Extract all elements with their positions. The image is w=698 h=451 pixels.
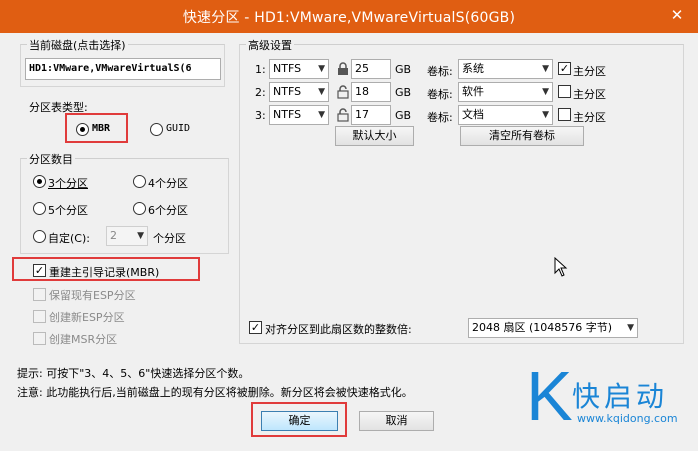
partition-3-label: 3个分区 bbox=[48, 177, 88, 190]
row2-primary-checkbox[interactable] bbox=[558, 85, 571, 98]
partition-custom-radio[interactable] bbox=[33, 230, 46, 243]
clear-labels-button[interactable]: 清空所有卷标 bbox=[460, 126, 584, 146]
partition-4-label: 4个分区 bbox=[148, 177, 188, 190]
partition-count-label: 分区数目 bbox=[27, 151, 75, 167]
keep-esp-checkbox[interactable] bbox=[33, 288, 46, 301]
partition-custom-suffix: 个分区 bbox=[153, 232, 186, 245]
row3-volume-label: 卷标: bbox=[427, 111, 453, 124]
title-bar[interactable]: 快速分区 - HD1:VMware,VMwareVirtualS(60GB) ✕ bbox=[0, 0, 698, 33]
close-button[interactable]: ✕ bbox=[664, 5, 690, 25]
row2-volume-select[interactable]: 软件 ▼ bbox=[458, 82, 553, 102]
advanced-settings-label: 高级设置 bbox=[246, 37, 294, 53]
row1-volume-value: 系统 bbox=[462, 62, 484, 75]
lock-open-icon[interactable] bbox=[336, 108, 350, 122]
row1-volume-label: 卷标: bbox=[427, 65, 453, 78]
partition-6-label: 6个分区 bbox=[148, 204, 188, 217]
align-value: 2048 扇区 (1048576 字节) bbox=[472, 321, 613, 334]
row2-primary-label: 主分区 bbox=[573, 88, 606, 101]
row1-volume-select[interactable]: 系统 ▼ bbox=[458, 59, 553, 79]
row1-fs-select[interactable]: NTFS ▼ bbox=[269, 59, 329, 79]
lock-closed-icon[interactable] bbox=[336, 62, 350, 76]
dialog-body: 当前磁盘(点击选择) HD1:VMware,VMwareVirtualS(6 分… bbox=[6, 33, 692, 445]
partition-5-radio[interactable] bbox=[33, 202, 46, 215]
row2-fs-select[interactable]: NTFS ▼ bbox=[269, 82, 329, 102]
partition-4-radio[interactable] bbox=[133, 175, 146, 188]
row3-size-field[interactable]: 17 bbox=[351, 105, 391, 125]
row2-fs-value: NTFS bbox=[273, 85, 302, 98]
row2-index: 2: bbox=[255, 86, 266, 99]
row2-size-field[interactable]: 18 bbox=[351, 82, 391, 102]
chevron-down-icon: ▼ bbox=[318, 87, 325, 97]
partition-custom-value: 2 bbox=[110, 229, 117, 242]
keep-esp-label: 保留现有ESP分区 bbox=[49, 289, 136, 302]
partition-custom-select[interactable]: 2 ▼ bbox=[106, 226, 148, 246]
brand-logo-url: www.kqidong.com bbox=[577, 412, 678, 425]
row3-unit: GB bbox=[395, 109, 412, 122]
row3-fs-value: NTFS bbox=[273, 108, 302, 121]
window-title: 快速分区 - HD1:VMware,VMwareVirtualS(60GB) bbox=[182, 10, 516, 26]
create-esp-checkbox[interactable] bbox=[33, 310, 46, 323]
default-size-button[interactable]: 默认大小 bbox=[335, 126, 414, 146]
row1-primary-label: 主分区 bbox=[573, 65, 606, 78]
ok-button[interactable]: 确定 bbox=[261, 411, 338, 431]
mbr-radio[interactable] bbox=[76, 123, 89, 136]
row3-index: 3: bbox=[255, 109, 266, 122]
rebuild-mbr-label: 重建主引导记录(MBR) bbox=[49, 266, 160, 279]
row3-fs-select[interactable]: NTFS ▼ bbox=[269, 105, 329, 125]
row2-unit: GB bbox=[395, 86, 412, 99]
row3-primary-checkbox[interactable] bbox=[558, 108, 571, 121]
create-msr-checkbox[interactable] bbox=[33, 332, 46, 345]
align-label: 对齐分区到此扇区数的整数倍: bbox=[265, 323, 412, 336]
guid-radio[interactable] bbox=[150, 123, 163, 136]
row1-size-field[interactable]: 25 bbox=[351, 59, 391, 79]
chevron-down-icon: ▼ bbox=[542, 87, 549, 97]
chevron-down-icon: ▼ bbox=[318, 110, 325, 120]
row3-primary-label: 主分区 bbox=[573, 111, 606, 124]
partition-custom-label: 自定(C): bbox=[48, 232, 90, 245]
mbr-label: MBR bbox=[92, 123, 111, 134]
align-checkbox[interactable]: ✓ bbox=[249, 321, 262, 334]
row1-index: 1: bbox=[255, 63, 266, 76]
brand-logo-name: 快启动 bbox=[572, 380, 669, 413]
chevron-down-icon: ▼ bbox=[137, 231, 144, 241]
row3-volume-select[interactable]: 文档 ▼ bbox=[458, 105, 553, 125]
current-disk-label: 当前磁盘(点击选择) bbox=[27, 37, 128, 53]
partition-3-radio[interactable] bbox=[33, 175, 46, 188]
partition-6-radio[interactable] bbox=[133, 202, 146, 215]
hint-note: 注意: 此功能执行后,当前磁盘上的现有分区将被删除。新分区将会被快速格式化。 bbox=[17, 386, 413, 399]
row2-volume-label: 卷标: bbox=[427, 88, 453, 101]
lock-open-icon[interactable] bbox=[336, 85, 350, 99]
create-esp-label: 创建新ESP分区 bbox=[49, 311, 125, 324]
chevron-down-icon: ▼ bbox=[627, 323, 634, 333]
row1-primary-checkbox[interactable]: ✓ bbox=[558, 62, 571, 75]
create-msr-label: 创建MSR分区 bbox=[49, 333, 118, 346]
current-disk-field[interactable]: HD1:VMware,VMwareVirtualS(6 bbox=[25, 58, 221, 80]
align-select[interactable]: 2048 扇区 (1048576 字节) ▼ bbox=[468, 318, 638, 338]
mouse-cursor-icon bbox=[554, 257, 568, 277]
chevron-down-icon: ▼ bbox=[542, 64, 549, 74]
row2-volume-value: 软件 bbox=[462, 85, 484, 98]
row3-volume-value: 文档 bbox=[462, 108, 484, 121]
row1-unit: GB bbox=[395, 63, 412, 76]
chevron-down-icon: ▼ bbox=[318, 64, 325, 74]
row1-fs-value: NTFS bbox=[273, 62, 302, 75]
rebuild-mbr-checkbox[interactable]: ✓ bbox=[33, 264, 46, 277]
cancel-button[interactable]: 取消 bbox=[359, 411, 434, 431]
chevron-down-icon: ▼ bbox=[542, 110, 549, 120]
hint-tip: 提示: 可按下"3、4、5、6"快速选择分区个数。 bbox=[17, 367, 250, 380]
partition-5-label: 5个分区 bbox=[48, 204, 88, 217]
brand-logo-letter: K bbox=[526, 357, 573, 435]
guid-label: GUID bbox=[166, 123, 191, 134]
